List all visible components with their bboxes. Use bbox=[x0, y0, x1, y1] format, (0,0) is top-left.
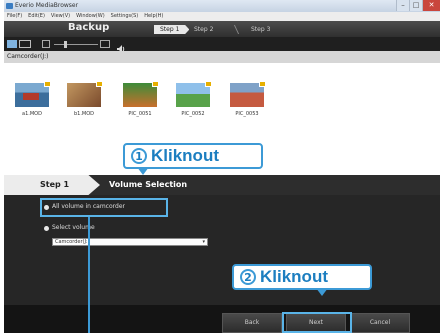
menu-bar: File(F) Edit(E) View(V) Window(W) Settin… bbox=[4, 12, 440, 21]
app-icon bbox=[6, 3, 13, 9]
thumbnail-caption: b1.MOD bbox=[73, 111, 95, 117]
menu-edit[interactable]: Edit(E) bbox=[28, 12, 45, 21]
callout-pointer bbox=[137, 167, 149, 175]
video-badge-icon bbox=[96, 81, 103, 87]
menu-settings[interactable]: Settings(S) bbox=[111, 12, 139, 21]
menu-window[interactable]: Window(W) bbox=[76, 12, 105, 21]
menu-view[interactable]: View(V) bbox=[51, 12, 70, 21]
large-size-icon[interactable] bbox=[100, 40, 110, 48]
callout-2: 2 Kliknout bbox=[232, 264, 372, 296]
callout-number: 2 bbox=[240, 269, 256, 285]
thumbnail-caption: PIC_0053 bbox=[235, 111, 259, 117]
photo-badge-icon bbox=[152, 81, 159, 87]
thumbnail-caption: PIC_0052 bbox=[181, 111, 205, 117]
back-button[interactable]: Back bbox=[222, 313, 282, 333]
volume-select-value: Camcorder(J:) bbox=[55, 239, 90, 245]
size-slider-handle[interactable] bbox=[64, 41, 67, 48]
speaker-icon[interactable] bbox=[116, 39, 126, 53]
breadcrumb-separator bbox=[233, 25, 245, 34]
photo-badge-icon bbox=[259, 81, 266, 87]
title-bar: Everio MediaBrowser – □ ✕ bbox=[4, 0, 440, 12]
wizard-step-bar: Step 1 Volume Selection bbox=[4, 175, 440, 195]
callout-pointer bbox=[316, 288, 328, 296]
minimize-button[interactable]: – bbox=[396, 0, 409, 11]
thumbnail-item[interactable]: PIC_0052 bbox=[176, 81, 212, 117]
page-title: Backup bbox=[68, 22, 110, 33]
size-slider[interactable] bbox=[54, 44, 98, 45]
annotation-leader-line bbox=[88, 217, 90, 333]
thumbnail-caption: PIC_0051 bbox=[128, 111, 152, 117]
thumbnail-item[interactable]: a1.MOD bbox=[15, 81, 51, 117]
window-controls: – □ ✕ bbox=[396, 0, 440, 11]
close-button[interactable]: ✕ bbox=[422, 0, 440, 11]
camcorder-header: Camcorder(J:) bbox=[4, 51, 440, 63]
thumbnail-item[interactable]: PIC_0053 bbox=[230, 81, 266, 117]
radio-select-volume[interactable] bbox=[44, 226, 49, 231]
photo-badge-icon bbox=[205, 81, 212, 87]
window-title: Everio MediaBrowser bbox=[15, 2, 79, 9]
nav-bar: Backup Step 1 Step 2 Step 3 bbox=[4, 21, 440, 37]
thumbnail-view-icon[interactable] bbox=[7, 40, 17, 48]
maximize-button[interactable]: □ bbox=[409, 0, 422, 11]
list-view-icon[interactable] bbox=[19, 40, 31, 48]
video-badge-icon bbox=[44, 81, 51, 87]
breadcrumb-step-3: Step 3 bbox=[251, 26, 271, 33]
menu-help[interactable]: Help(H) bbox=[144, 12, 163, 21]
callout-number: 1 bbox=[131, 148, 147, 164]
small-size-icon[interactable] bbox=[42, 40, 50, 48]
thumbnail-item[interactable]: b1.MOD bbox=[67, 81, 103, 117]
callout-text: Kliknout bbox=[151, 146, 219, 165]
chevron-down-icon: ▾ bbox=[202, 239, 205, 245]
menu-file[interactable]: File(F) bbox=[7, 12, 22, 21]
boat-shape bbox=[23, 93, 39, 100]
highlight-all-volume bbox=[40, 198, 168, 217]
callout-text: Kliknout bbox=[260, 267, 328, 286]
toolbar bbox=[4, 37, 440, 53]
highlight-next-button bbox=[282, 312, 352, 333]
callout-1: 1 Kliknout bbox=[123, 143, 263, 175]
thumbnail-caption: a1.MOD bbox=[22, 111, 42, 117]
breadcrumb-step-2: Step 2 bbox=[194, 26, 214, 33]
breadcrumb-step-1: Step 1 bbox=[154, 25, 190, 34]
cancel-button[interactable]: Cancel bbox=[350, 313, 410, 333]
step-title: Volume Selection bbox=[109, 180, 188, 189]
volume-select[interactable]: Camcorder(J:) ▾ bbox=[52, 238, 208, 246]
thumbnail-item[interactable]: PIC_0051 bbox=[123, 81, 159, 117]
bottom-button-bar: Back Next Cancel bbox=[4, 305, 440, 333]
step-indicator: Step 1 bbox=[4, 175, 100, 195]
